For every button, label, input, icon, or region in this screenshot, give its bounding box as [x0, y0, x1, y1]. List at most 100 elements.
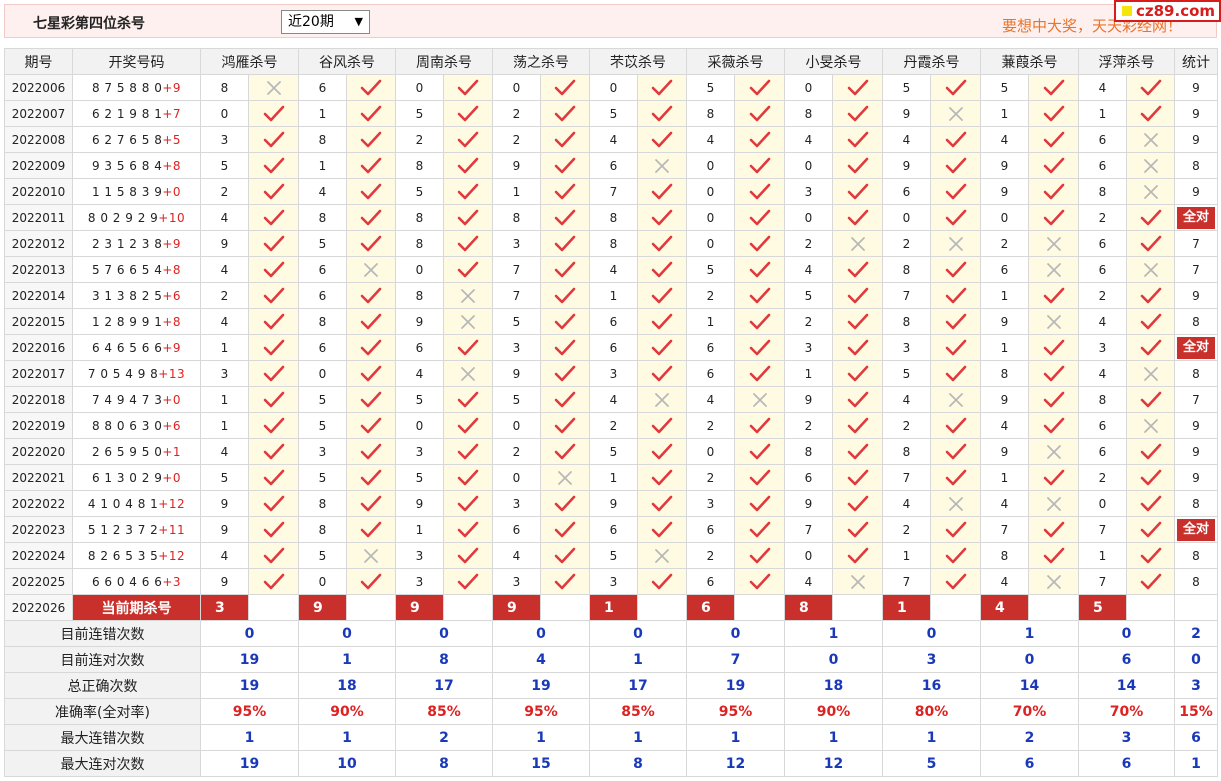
summary-value: 19: [686, 672, 785, 699]
check-icon: [832, 464, 883, 491]
check-icon: [443, 230, 493, 257]
issue-cell: 2022020: [4, 438, 73, 465]
check-icon: [637, 438, 687, 465]
table-row: 2022007 6 2 1 9 8 1+7 0 1 5 2 5 8 8 9 1 1 9: [4, 100, 1218, 127]
stat-cell: 9: [1174, 178, 1218, 205]
draw-extra: +9: [162, 340, 182, 355]
draw-numbers: 7 4 9 4 7 3: [91, 392, 163, 407]
summary-value: 1: [589, 646, 687, 673]
check-icon: [248, 282, 299, 309]
kill-number-cell: 3: [784, 178, 833, 205]
cross-icon: [930, 230, 981, 257]
kill-number-cell: 2: [882, 230, 931, 257]
summary-value: 70%: [1078, 698, 1175, 725]
check-icon: [1028, 386, 1079, 413]
kill-number-cell: 4: [1078, 360, 1127, 387]
check-icon: [1126, 334, 1175, 361]
kill-number-cell: 1: [686, 308, 735, 335]
site-badge[interactable]: cz89.com: [1114, 0, 1221, 22]
kill-number-cell: 5: [298, 464, 347, 491]
empty-cell: [443, 594, 493, 621]
check-icon: [248, 334, 299, 361]
check-icon: [930, 308, 981, 335]
check-icon: [930, 126, 981, 153]
kill-number-cell: 9: [980, 438, 1029, 465]
check-icon: [637, 360, 687, 387]
table-row: 2022017 7 0 5 4 9 8+13 3 0 4 9 3 6 1 5 8 4 8: [4, 360, 1218, 387]
check-icon: [637, 282, 687, 309]
check-icon: [540, 334, 590, 361]
kill-number-cell: 0: [395, 256, 444, 283]
kill-number-cell: 2: [1078, 464, 1127, 491]
table-row: 2022025 6 6 0 4 6 6+3 9 0 3 3 3 6 4 7 4 7 8: [4, 568, 1218, 595]
check-icon: [248, 516, 299, 543]
summary-value: 19: [200, 750, 299, 777]
col-expert: 采薇杀号: [686, 48, 785, 75]
summary-value: 19: [200, 646, 299, 673]
check-icon: [443, 74, 493, 101]
all-correct-badge: 全对: [1177, 206, 1215, 229]
kill-number-cell: 4: [200, 204, 249, 231]
kill-number-cell: 6: [686, 334, 735, 361]
kill-number-cell: 5: [589, 542, 638, 569]
kill-number-cell: 7: [492, 282, 541, 309]
check-icon: [734, 438, 785, 465]
kill-number-cell: 9: [200, 230, 249, 257]
all-correct-badge: 全对: [1177, 336, 1215, 359]
kill-number-cell: 5: [686, 74, 735, 101]
summary-row: 准确率(全对率) 95% 90% 85% 95% 85% 95% 90% 80% 70% 70% 15…: [4, 698, 1218, 725]
draw-numbers: 4 1 0 4 8 1: [87, 496, 159, 511]
draw-cell: 7 4 9 4 7 3+0: [72, 386, 201, 413]
kill-number-cell: 9: [882, 152, 931, 179]
kill-number-cell: 7: [882, 464, 931, 491]
summary-value: 19: [200, 672, 299, 699]
draw-extra: +0: [162, 392, 182, 407]
draw-cell: 8 8 0 6 3 0+6: [72, 412, 201, 439]
kill-number-cell: 8: [298, 516, 347, 543]
cross-icon: [1028, 490, 1079, 517]
check-icon: [443, 334, 493, 361]
cross-icon: [1126, 412, 1175, 439]
kill-number-cell: 8: [589, 204, 638, 231]
col-expert: 蒹葭杀号: [980, 48, 1079, 75]
check-icon: [930, 516, 981, 543]
summary-row: 目前连错次数 0 0 0 0 0 0 1 0 1 0 2: [4, 620, 1218, 647]
check-icon: [832, 386, 883, 413]
summary-value: 0: [980, 646, 1079, 673]
current-issue-row: 2022026 当前期杀号 3 9 9 9 1 6 8 1 4 5: [4, 594, 1218, 621]
summary-value: 12: [686, 750, 785, 777]
summary-value: 90%: [784, 698, 883, 725]
draw-cell: 4 1 0 4 8 1+12: [72, 490, 201, 517]
kill-number-cell: 8: [686, 100, 735, 127]
check-icon: [734, 178, 785, 205]
kill-number-cell: 6: [882, 178, 931, 205]
cross-icon: [1028, 568, 1079, 595]
summary-value: 10: [298, 750, 396, 777]
kill-number-cell: 5: [395, 386, 444, 413]
col-expert: 浮萍杀号: [1078, 48, 1175, 75]
summary-value: 0: [395, 620, 493, 647]
kill-number-cell: 8: [980, 360, 1029, 387]
check-icon: [832, 360, 883, 387]
kill-number-cell: 6: [1078, 152, 1127, 179]
cross-icon: [832, 568, 883, 595]
kill-number-cell: 2: [980, 230, 1029, 257]
kill-number-cell: 9: [492, 152, 541, 179]
kill-number-cell: 4: [980, 412, 1029, 439]
draw-cell: 6 4 6 5 6 6+9: [72, 334, 201, 361]
summary-row: 总正确次数 19 18 17 19 17 19 18 16 14 14 3: [4, 672, 1218, 699]
check-icon: [832, 334, 883, 361]
draw-extra: +11: [158, 522, 186, 537]
check-icon: [540, 516, 590, 543]
check-icon: [443, 100, 493, 127]
empty-cell: [1174, 594, 1218, 621]
stat-cell: 8: [1174, 490, 1218, 517]
period-select[interactable]: 近20期 ▼: [281, 10, 370, 34]
summary-stat: 2: [1174, 620, 1218, 647]
draw-cell: 6 6 0 4 6 6+3: [72, 568, 201, 595]
issue-cell: 2022021: [4, 464, 73, 491]
cross-icon: [930, 490, 981, 517]
kill-number-cell: 9: [980, 178, 1029, 205]
cross-icon: [443, 360, 493, 387]
stat-cell: 7: [1174, 256, 1218, 283]
